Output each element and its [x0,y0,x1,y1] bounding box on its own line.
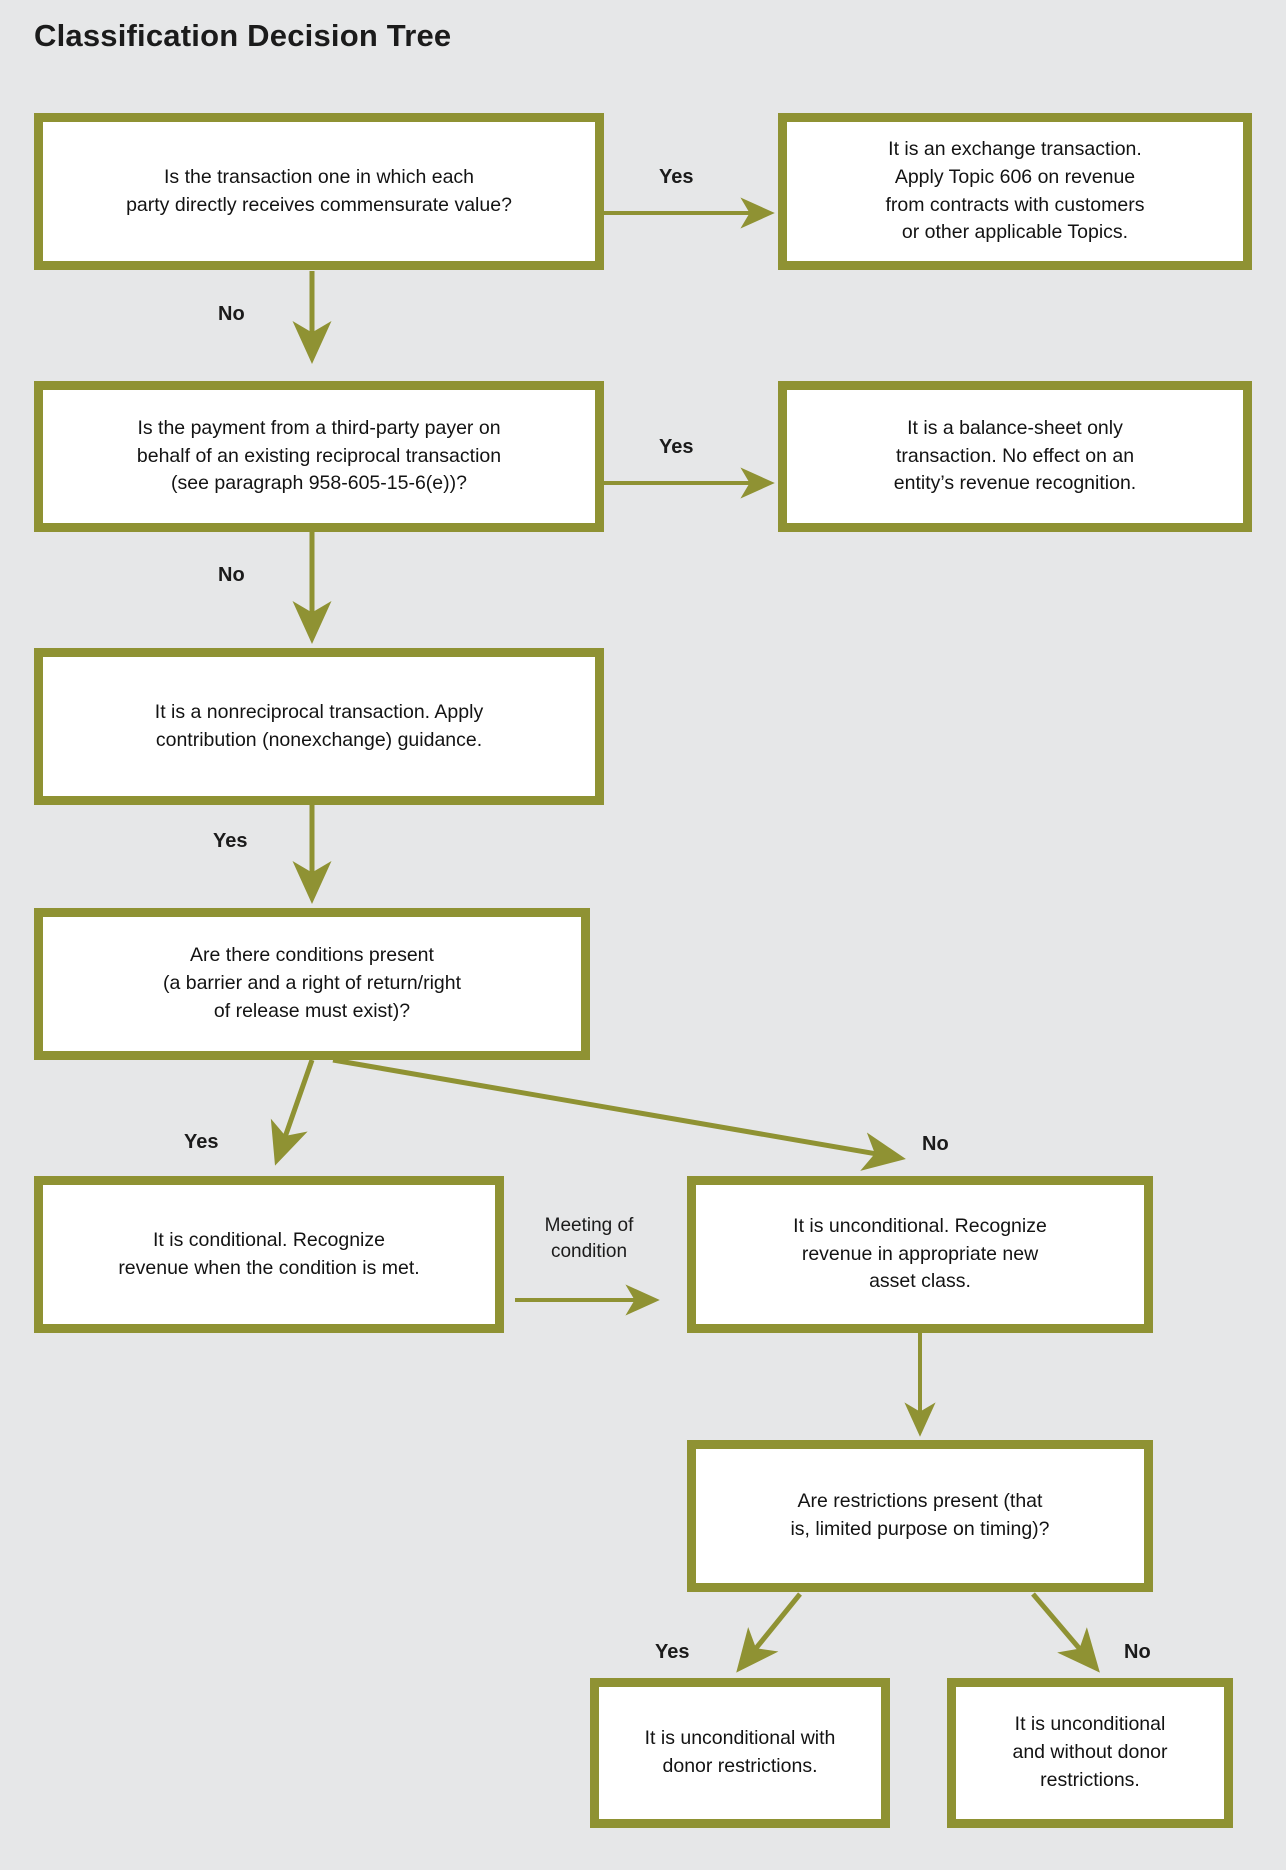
node-result-unconditional-without-restrictions[interactable]: It is unconditional and without donor re… [947,1678,1233,1828]
node-text: It is an exchange transaction. Apply Top… [885,138,1145,244]
node-text: It is unconditional. Recognize revenue i… [793,1214,1047,1293]
node-text: It is a nonreciprocal transaction. Apply… [154,700,484,751]
decision-tree-diagram: Classification Decision Tree Is the tran… [0,0,1286,1870]
node-result-unconditional-with-restrictions[interactable]: It is unconditional with donor restricti… [590,1678,890,1828]
edge-q4-no [332,1057,906,1171]
edge-label-q4-yes: Yes [184,1131,219,1153]
node-question-conditions-present[interactable]: Are there conditions present (a barrier … [34,908,590,1060]
edge-q5-no [1031,1592,1100,1673]
edge-label-q2-no: No [218,564,245,586]
node-text: Are restrictions present (that is, limit… [790,1490,1050,1540]
node-result-exchange-transaction[interactable]: It is an exchange transaction. Apply Top… [778,113,1252,270]
node-text: It is unconditional and without donor re… [1012,1713,1168,1791]
edge-q4-yes [270,1059,315,1166]
node-text: Is the transaction one in which each par… [126,165,512,216]
node-text: It is conditional. Recognize revenue whe… [118,1228,420,1279]
node-result-balance-sheet-only[interactable]: It is a balance-sheet only transaction. … [778,381,1252,532]
node-question-commensurate-value[interactable]: Is the transaction one in which each par… [34,113,604,270]
edge-label-q1-no: No [218,303,245,325]
page-title: Classification Decision Tree [34,18,452,53]
edge-q5-yes [736,1592,802,1673]
edge-label-q2-yes: Yes [659,436,694,458]
node-result-nonreciprocal-transaction[interactable]: It is a nonreciprocal transaction. Apply… [34,648,604,805]
node-question-third-party-payer[interactable]: Is the payment from a third-party payer … [34,381,604,532]
node-text: Is the payment from a third-party payer … [136,416,502,495]
edge-label-q1-yes: Yes [659,166,694,188]
node-text: Are there conditions present (a barrier … [162,944,462,1022]
node-result-conditional[interactable]: It is conditional. Recognize revenue whe… [34,1176,504,1333]
edge-label-q5-no: No [1124,1641,1151,1663]
node-text: It is unconditional with donor restricti… [644,1727,836,1777]
edge-label-q4-no: No [922,1133,949,1155]
edge-label-q5-yes: Yes [655,1641,690,1663]
node-text: It is a balance-sheet only transaction. … [893,416,1137,495]
edge-label-meeting-of-condition: Meeting of condition [544,1215,634,1262]
edge-label-n3-yes: Yes [213,830,248,852]
node-result-unconditional[interactable]: It is unconditional. Recognize revenue i… [687,1176,1153,1333]
node-question-restrictions-present[interactable]: Are restrictions present (that is, limit… [687,1440,1153,1592]
